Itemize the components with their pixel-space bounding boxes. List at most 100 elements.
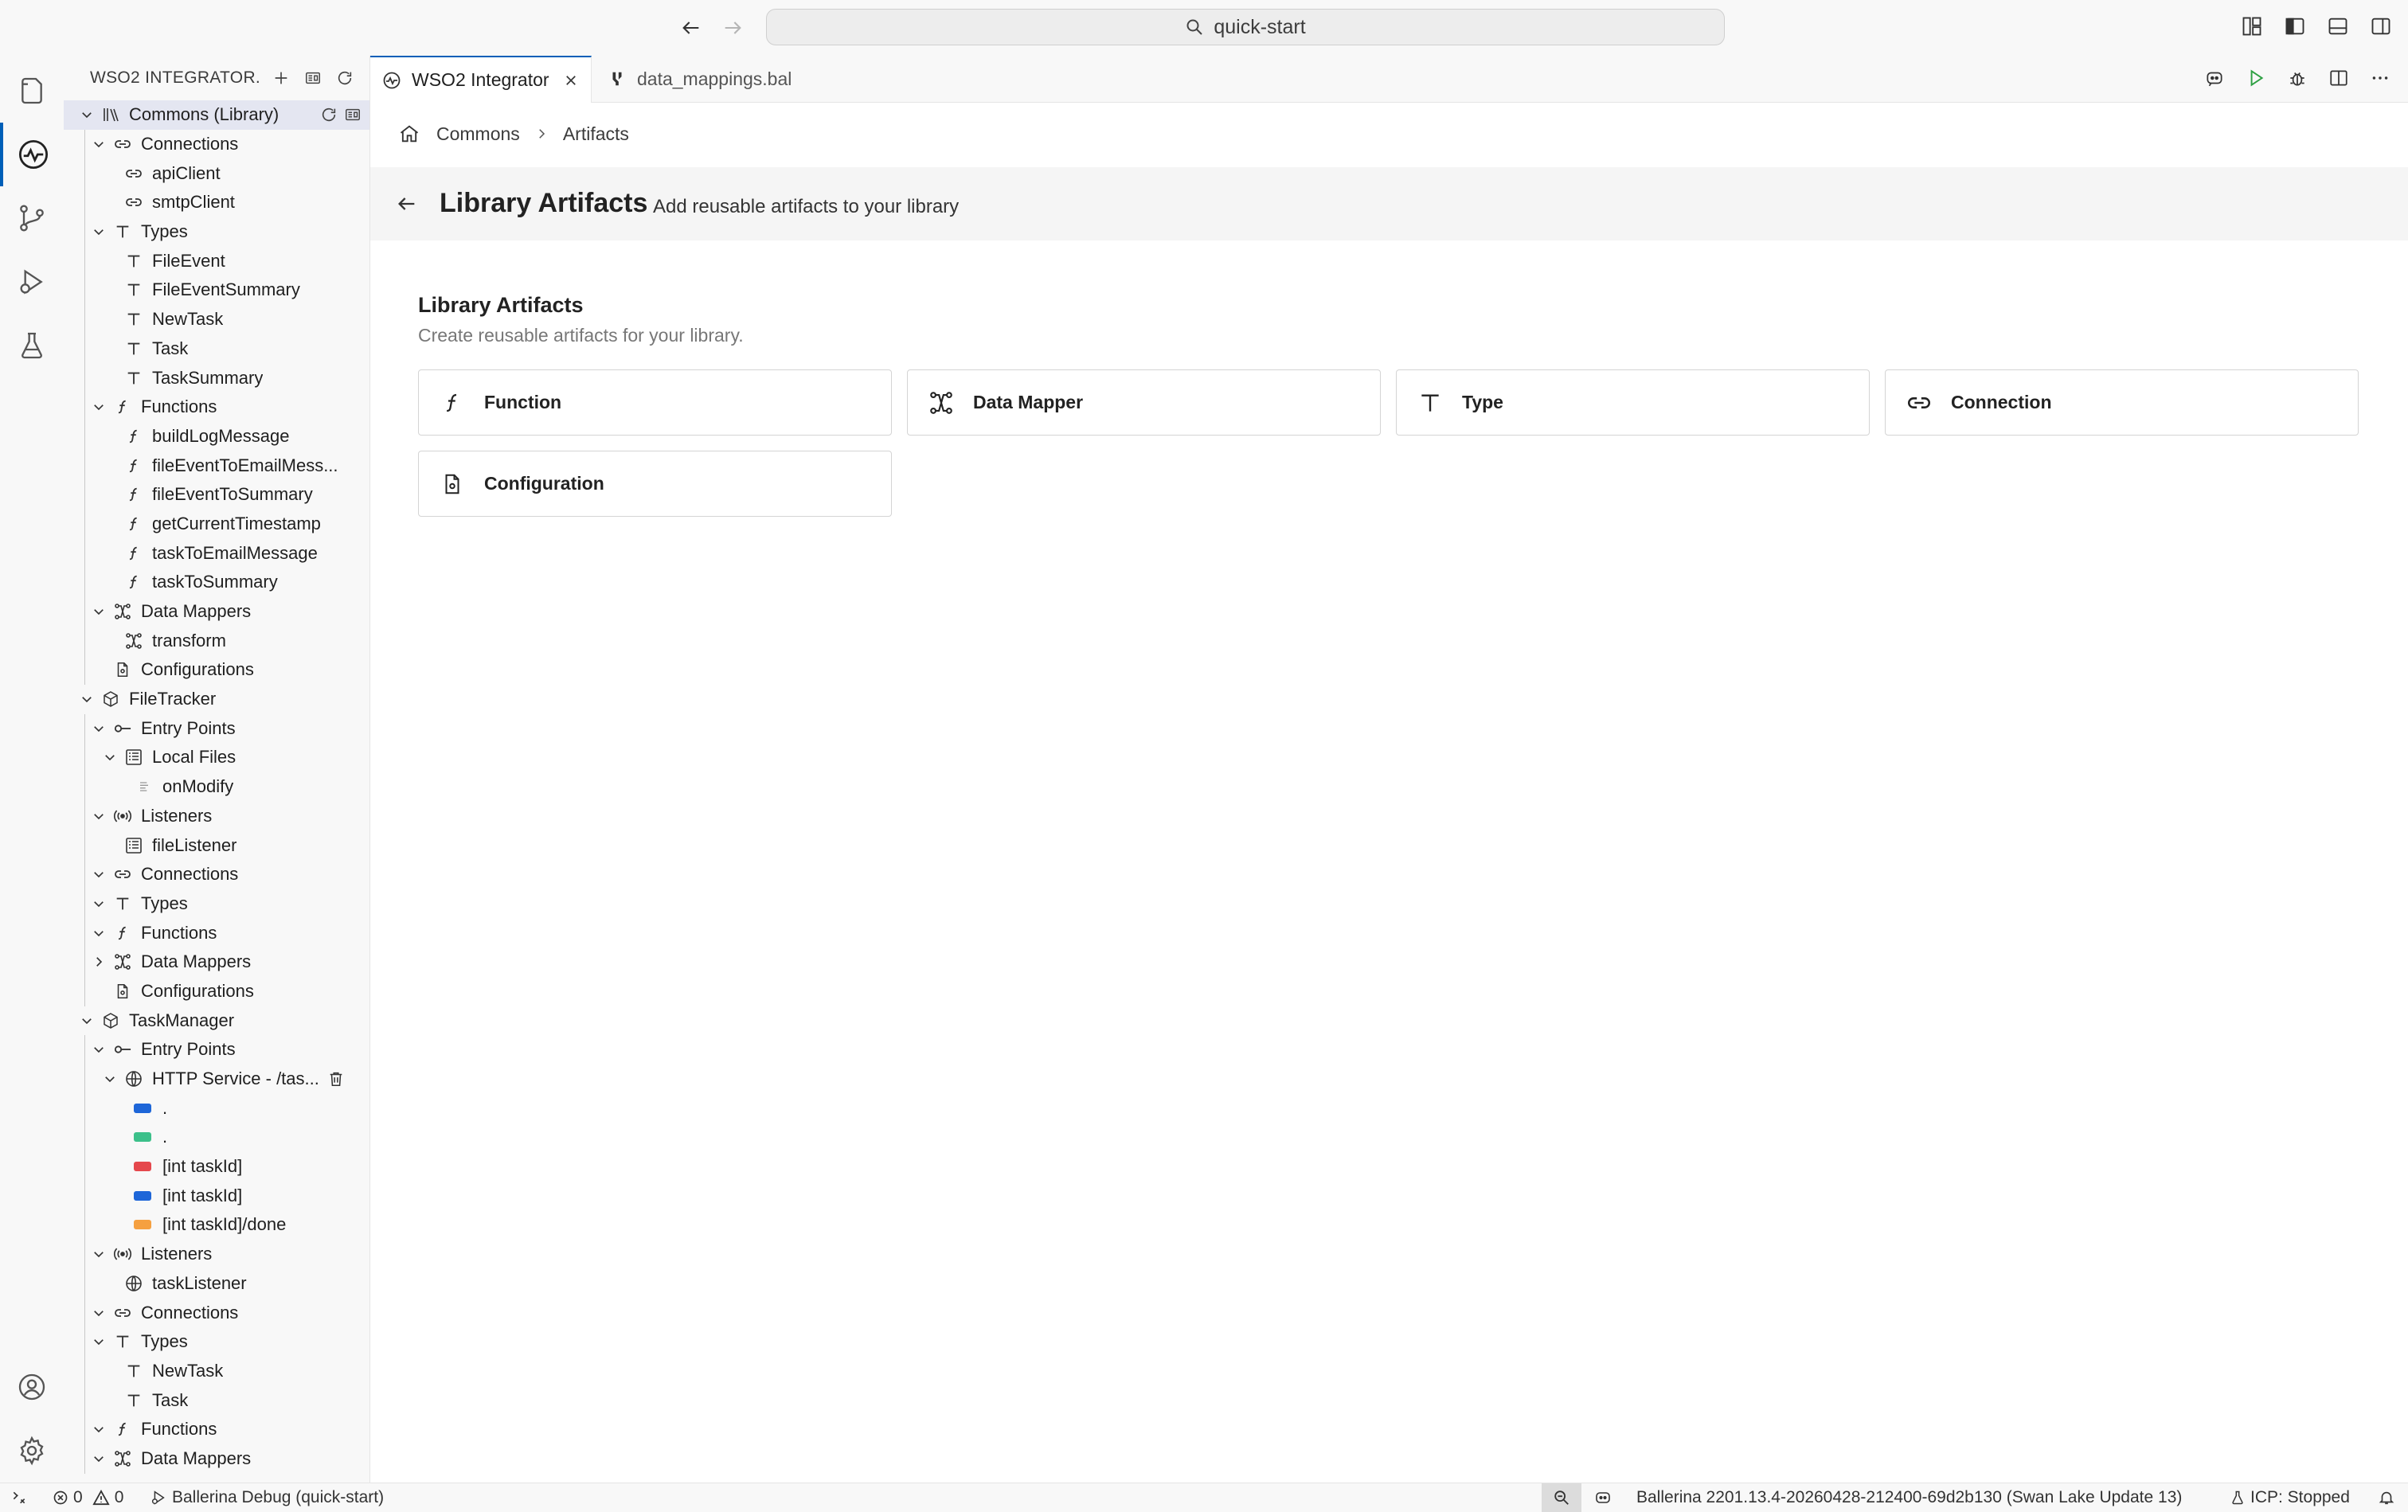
tree-item[interactable]: getCurrentTimestamp — [64, 510, 369, 539]
chevron-down-icon[interactable] — [101, 748, 119, 766]
tree-item[interactable]: Configurations — [64, 977, 369, 1006]
forward-arrow-icon[interactable] — [718, 14, 747, 42]
tree-item[interactable]: Commons (Library) — [64, 100, 369, 130]
toggle-secondary-sidebar-icon[interactable] — [2368, 14, 2394, 39]
close-tab-icon[interactable] — [562, 72, 580, 89]
tree-item[interactable]: Functions — [64, 1415, 369, 1444]
chevron-down-icon[interactable] — [90, 1420, 108, 1438]
notifications-bell-icon[interactable] — [2378, 1483, 2395, 1512]
remote-icon[interactable] — [11, 1483, 27, 1512]
wso2-integrator-icon[interactable] — [0, 123, 64, 186]
tree-item[interactable]: fileListener — [64, 830, 369, 860]
chevron-down-icon[interactable] — [90, 1450, 108, 1467]
toggle-primary-sidebar-icon[interactable] — [2282, 14, 2308, 39]
chevron-down-icon[interactable] — [90, 807, 108, 825]
function-card[interactable]: Function — [418, 369, 892, 436]
home-icon[interactable] — [398, 123, 420, 145]
tree-item[interactable]: Listeners — [64, 1240, 369, 1269]
tree-item[interactable]: FileTracker — [64, 685, 369, 714]
tree-item[interactable]: fileEventToSummary — [64, 480, 369, 510]
tree-item[interactable]: onModify — [64, 772, 369, 802]
tree-item[interactable]: transform — [64, 626, 369, 655]
connection-card[interactable]: Connection — [1885, 369, 2359, 436]
tree-item[interactable]: . — [64, 1123, 369, 1152]
tree-item[interactable]: . — [64, 1093, 369, 1123]
testing-icon[interactable] — [0, 314, 64, 377]
tree-item[interactable]: FileEventSummary — [64, 275, 369, 305]
customize-layout-icon[interactable] — [2239, 14, 2265, 39]
breadcrumb-commons[interactable]: Commons — [436, 123, 520, 145]
data-mapper-card[interactable]: Data Mapper — [907, 369, 1381, 436]
chevron-right-icon[interactable] — [90, 953, 108, 971]
refresh-icon[interactable] — [320, 106, 338, 123]
copilot-chat-icon[interactable] — [2203, 66, 2226, 90]
chevron-down-icon[interactable] — [90, 398, 108, 416]
problems-status[interactable]: 0 0 — [53, 1483, 123, 1512]
tree-item[interactable]: TaskManager — [64, 1006, 369, 1035]
toggle-panel-icon[interactable] — [2325, 14, 2351, 39]
tree-item[interactable]: Functions — [64, 918, 369, 947]
chevron-down-icon[interactable] — [90, 895, 108, 912]
tree-item[interactable]: [int taskId] — [64, 1181, 369, 1210]
chevron-down-icon[interactable] — [90, 223, 108, 240]
back-arrow-icon[interactable] — [394, 191, 420, 217]
tree-item[interactable]: Configurations — [64, 655, 369, 685]
chevron-down-icon[interactable] — [90, 603, 108, 620]
chevron-down-icon[interactable] — [78, 1012, 96, 1029]
tree-item[interactable]: NewTask — [64, 305, 369, 334]
tree-item[interactable]: Listeners — [64, 802, 369, 831]
tree-item[interactable]: Data Mappers — [64, 947, 369, 977]
debug-status[interactable]: Ballerina Debug (quick-start) — [150, 1483, 384, 1512]
source-control-icon[interactable] — [0, 186, 64, 250]
chevron-down-icon[interactable] — [90, 1304, 108, 1322]
icp-status[interactable]: ICP: Stopped — [2230, 1483, 2350, 1512]
chevron-down-icon[interactable] — [90, 1333, 108, 1350]
command-center-search[interactable]: quick-start — [766, 9, 1725, 45]
tree-item[interactable]: FileEvent — [64, 246, 369, 275]
chevron-down-icon[interactable] — [78, 106, 96, 123]
tree-item[interactable]: fileEventToEmailMess... — [64, 451, 369, 480]
back-arrow-icon[interactable] — [677, 14, 706, 42]
chevron-down-icon[interactable] — [90, 924, 108, 942]
tree-item[interactable]: buildLogMessage — [64, 422, 369, 451]
tree-item[interactable]: Data Mappers — [64, 597, 369, 627]
tree-item[interactable]: Connections — [64, 860, 369, 889]
overview-icon[interactable] — [301, 66, 325, 90]
chevron-down-icon[interactable] — [90, 1041, 108, 1058]
tree-item[interactable]: Data Mappers — [64, 1444, 369, 1474]
tree-item[interactable]: smtpClient — [64, 188, 369, 217]
tree-item[interactable]: Connections — [64, 130, 369, 159]
tree-item[interactable]: Entry Points — [64, 1035, 369, 1065]
ballerina-version[interactable]: Ballerina 2201.13.4-20260428-212400-69d2… — [1636, 1483, 2182, 1512]
overview-icon[interactable] — [344, 106, 362, 123]
configuration-card[interactable]: Configuration — [418, 451, 892, 517]
trash-icon[interactable] — [327, 1070, 345, 1088]
tree-item[interactable]: HTTP Service - /tas... — [64, 1065, 369, 1094]
add-icon[interactable] — [269, 66, 293, 90]
chevron-down-icon[interactable] — [90, 720, 108, 737]
tree-item[interactable]: TaskSummary — [64, 363, 369, 393]
tree-item[interactable]: taskToSummary — [64, 568, 369, 597]
chevron-down-icon[interactable] — [90, 135, 108, 153]
copilot-status-icon[interactable] — [1593, 1483, 1612, 1512]
tree-item[interactable]: [int taskId] — [64, 1152, 369, 1182]
type-card[interactable]: Type — [1396, 369, 1870, 436]
tree-item[interactable]: Functions — [64, 393, 369, 422]
refresh-icon[interactable] — [333, 66, 357, 90]
tree-item[interactable]: Task — [64, 334, 369, 364]
chevron-down-icon[interactable] — [90, 1245, 108, 1263]
tree-item[interactable]: Types — [64, 1327, 369, 1357]
settings-gear-icon[interactable] — [0, 1419, 64, 1483]
tree-item[interactable]: Connections — [64, 1298, 369, 1327]
tree-item[interactable]: taskListener — [64, 1269, 369, 1299]
tree-item[interactable]: Types — [64, 217, 369, 247]
debug-icon[interactable] — [2285, 66, 2309, 90]
tree-item[interactable]: [int taskId]/done — [64, 1210, 369, 1240]
tab-data-mappings[interactable]: data_mappings.bal — [596, 56, 803, 102]
tree-item[interactable]: Types — [64, 889, 369, 919]
tree-item[interactable]: Task — [64, 1385, 369, 1415]
explorer-icon[interactable] — [0, 59, 64, 123]
chevron-down-icon[interactable] — [101, 1070, 119, 1088]
chevron-down-icon[interactable] — [78, 690, 96, 708]
tree-item[interactable]: taskToEmailMessage — [64, 538, 369, 568]
